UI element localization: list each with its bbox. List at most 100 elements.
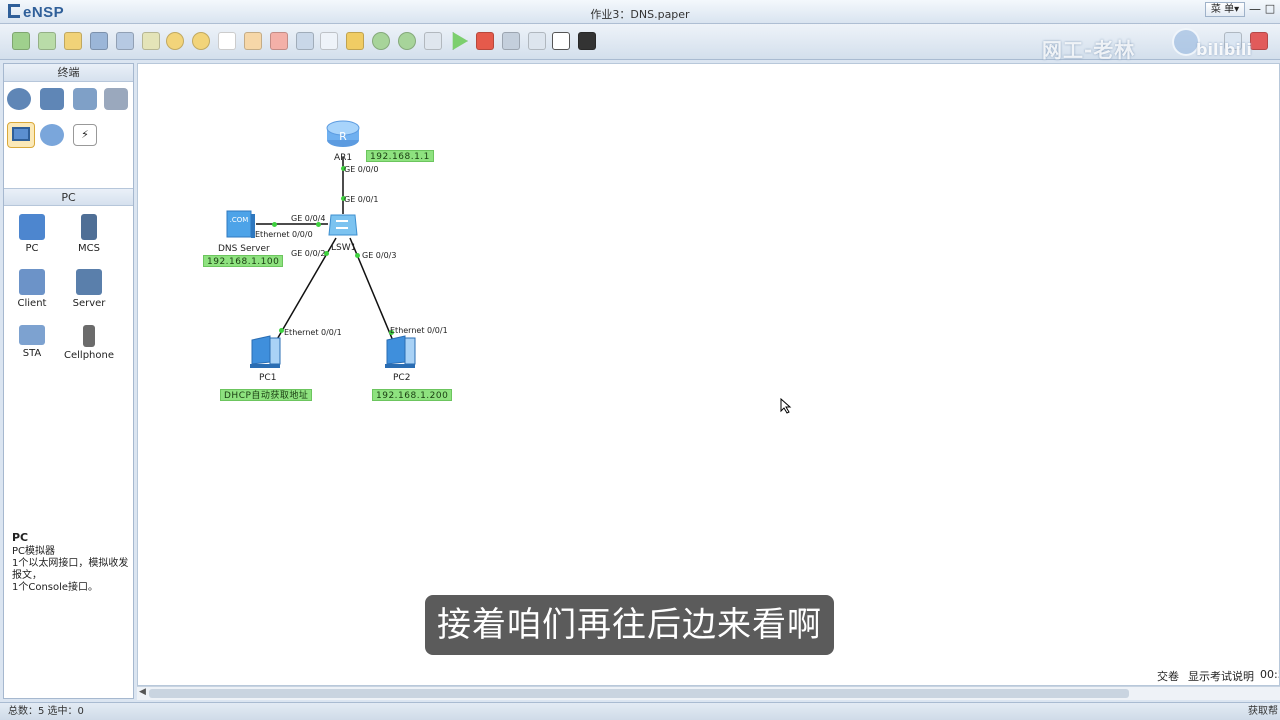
port-label: GE 0/0/3 [362, 251, 397, 260]
port-dot [355, 253, 360, 258]
switch-lsw1[interactable] [327, 211, 359, 242]
fit-view-icon[interactable] [424, 32, 442, 50]
selection-count: 总数：5 选中：0 [8, 706, 84, 717]
device-cellphone[interactable]: Cellphone [64, 325, 114, 361]
mcs-icon [81, 214, 97, 240]
pc-icon [250, 335, 281, 368]
grid-icon[interactable] [552, 32, 570, 50]
node-label: PC1 [259, 373, 277, 383]
stop-device-icon[interactable] [476, 32, 494, 50]
undo-icon[interactable] [166, 32, 184, 50]
pc2[interactable] [383, 334, 419, 373]
terminal-category-icon[interactable] [7, 122, 35, 148]
zoom-reset-icon[interactable] [398, 32, 416, 50]
dns-server[interactable]: .COM [226, 208, 256, 243]
device-label: Client [17, 298, 47, 309]
device-sta[interactable]: STA [7, 325, 57, 359]
ip-badge: 192.168.1.100 [203, 255, 284, 267]
device-description: PC PC模拟器 1个以太网接口，模拟收发报文， 1个Console接口。 [8, 519, 131, 697]
watermark-text: 网工-老林 [1042, 38, 1136, 62]
topology-view-icon[interactable] [528, 32, 546, 50]
svg-text:R: R [339, 130, 347, 143]
category-header: 终端 [4, 64, 133, 82]
port-label: Ethernet 0/0/1 [390, 326, 448, 335]
device-pc[interactable]: PC [7, 214, 57, 254]
port-label: GE 0/0/0 [344, 165, 379, 174]
device-server[interactable]: Server [64, 269, 114, 309]
maximize-button[interactable]: □ [1262, 2, 1278, 18]
device-label: STA [22, 348, 42, 359]
video-subtitle: 接着咱们再往后边来看啊 [425, 595, 834, 655]
router-icon: R [326, 120, 360, 147]
menu-button[interactable]: 菜 单▾ [1205, 2, 1245, 17]
submit-exam-link[interactable]: 交卷 [1157, 668, 1179, 684]
pc1[interactable] [248, 334, 284, 373]
save-icon[interactable] [90, 32, 108, 50]
screenshot-icon[interactable] [578, 32, 596, 50]
node-label: LSW1 [331, 243, 357, 253]
cellphone-icon [83, 325, 95, 347]
port-label: GE 0/0/2 [291, 249, 326, 258]
laptop-icon [19, 325, 45, 345]
show-exam-info-link[interactable]: 显示考试说明 [1188, 668, 1254, 684]
cloud-category-icon[interactable] [40, 124, 64, 146]
save-as-icon[interactable] [116, 32, 134, 50]
print-icon[interactable] [142, 32, 160, 50]
mouse-cursor-icon [780, 398, 792, 414]
port-label: Ethernet 0/0/1 [284, 328, 342, 337]
zoom-in-icon[interactable] [372, 32, 390, 50]
topology-links [256, 157, 397, 349]
delete-icon[interactable] [270, 32, 288, 50]
scrollbar-thumb[interactable] [149, 689, 1129, 698]
node-label: AR1 [334, 153, 353, 163]
drag-hand-icon[interactable] [244, 32, 262, 50]
wlan-category-icon[interactable] [73, 88, 97, 110]
description-text: PC模拟器 1个以太网接口，模拟收发报文， 1个Console接口。 [12, 546, 129, 593]
status-bar: 总数：5 选中：0 获取帮 [0, 702, 1280, 720]
server-icon [76, 269, 102, 295]
capture-icon[interactable] [502, 32, 520, 50]
redo-icon[interactable] [192, 32, 210, 50]
scroll-left-icon[interactable]: ◀ [139, 687, 146, 697]
link-category-icon[interactable]: ⚡ [73, 124, 97, 146]
device-label: Cellphone [64, 350, 114, 361]
topology-canvas[interactable]: R AR1 192.168.1.1 GE 0/0/0 GE 0/0/1 LSW1… [137, 63, 1280, 686]
new-template-icon[interactable] [38, 32, 56, 50]
node-label: PC2 [393, 373, 411, 383]
device-client[interactable]: Client [7, 269, 57, 309]
pc-icon [385, 335, 416, 368]
device-label: MCS [78, 243, 100, 254]
get-help-link[interactable]: 获取帮 [1248, 703, 1278, 720]
switch-icon [328, 214, 358, 236]
minimize-button[interactable]: — [1247, 2, 1263, 18]
device-mcs[interactable]: MCS [64, 214, 114, 254]
select-icon[interactable] [218, 32, 236, 50]
ip-badge: 192.168.1.200 [372, 389, 453, 401]
pc-icon [19, 214, 45, 240]
client-icon [19, 269, 45, 295]
open-icon[interactable] [64, 32, 82, 50]
delete-link-icon[interactable] [296, 32, 314, 50]
node-label: DNS Server [218, 244, 270, 254]
text-note-icon[interactable] [320, 32, 338, 50]
exam-timer: 00:5 [1260, 668, 1279, 681]
firewall-category-icon[interactable] [104, 88, 128, 110]
device-label: PC [25, 243, 39, 254]
start-device-icon[interactable] [452, 32, 468, 50]
palette-icon[interactable] [346, 32, 364, 50]
port-label: GE 0/0/1 [344, 195, 379, 204]
description-title: PC [12, 531, 29, 544]
title-bar: eNSP 作业3：DNS.paper 菜 单▾ — □ [0, 0, 1280, 24]
window-title: 作业3：DNS.paper [590, 8, 690, 21]
watermark-brand: bilibili [1196, 40, 1252, 59]
device-list-header: PC [4, 188, 133, 206]
router-category-icon[interactable] [7, 88, 31, 110]
horizontal-scrollbar[interactable]: ◀ [137, 686, 1280, 700]
ip-badge: DHCP自动获取地址 [220, 389, 313, 401]
router-ar1[interactable]: R [326, 118, 360, 151]
port-dot [272, 222, 277, 227]
port-label: GE 0/0/4 [291, 214, 326, 223]
switch-category-icon[interactable] [40, 88, 64, 110]
port-label: Ethernet 0/0/0 [255, 230, 313, 239]
new-topology-icon[interactable] [12, 32, 30, 50]
